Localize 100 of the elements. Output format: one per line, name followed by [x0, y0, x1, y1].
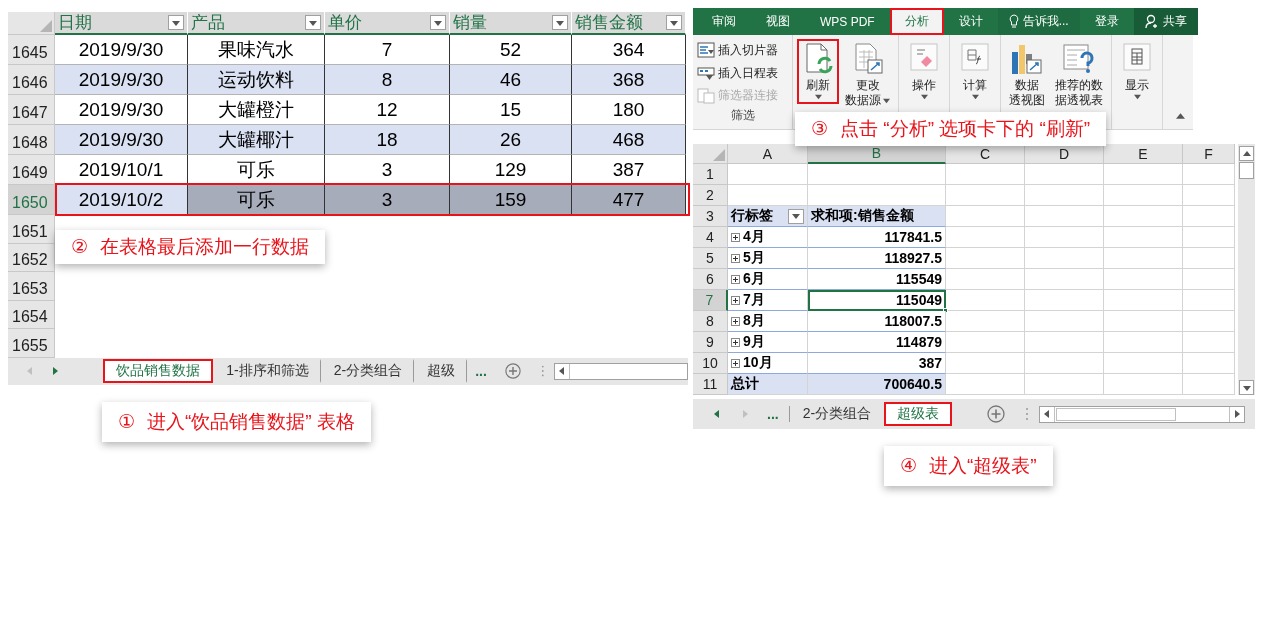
caret-icon: [792, 212, 800, 220]
corner-triangle-icon: [713, 149, 725, 161]
ribbon-button[interactable]: 操作: [903, 39, 945, 104]
column-header[interactable]: A: [728, 144, 808, 164]
ribbon-tab[interactable]: 告诉我...: [997, 8, 1080, 35]
column-header[interactable]: D: [1025, 144, 1104, 164]
ribbon-button[interactable]: 显示: [1116, 39, 1158, 104]
scroll-thumb[interactable]: [1239, 162, 1254, 179]
ribbon-button[interactable]: 推荐的数 据透视表: [1051, 39, 1107, 112]
filter-button[interactable]: [552, 15, 568, 30]
row-label: 10月: [743, 354, 773, 372]
ribbon-tab[interactable]: 设计: [943, 8, 998, 35]
caret-icon: [670, 18, 678, 27]
scroll-thumb[interactable]: [1056, 407, 1177, 421]
callout-text: 进入“饮品销售数据” 表格: [147, 409, 355, 434]
table-cell: [1183, 164, 1235, 185]
group-label: 筛选: [730, 107, 755, 124]
sheet-tab[interactable]: 超级表: [884, 402, 953, 426]
callout-text: 点击 “分析” 选项卡下的 “刷新”: [840, 117, 1091, 141]
column-header[interactable]: B: [808, 144, 946, 164]
sheet-tab[interactable]: 超级: [414, 359, 468, 384]
table-cell: 8: [325, 65, 450, 95]
expand-icon[interactable]: [731, 253, 740, 263]
expand-icon[interactable]: [731, 232, 740, 242]
table-cell: [1183, 185, 1235, 206]
more-sheets-button[interactable]: ...: [759, 406, 790, 422]
expand-icon[interactable]: [731, 295, 740, 305]
table-cell: 大罐椰汁: [188, 125, 325, 155]
row-number: 11: [693, 374, 728, 395]
step-number: ①: [118, 409, 136, 434]
ribbon-tab[interactable]: 登录: [1079, 8, 1134, 35]
scroll-down-button[interactable]: [1239, 380, 1254, 395]
caret-icon: [1043, 410, 1052, 418]
ribbon-button[interactable]: 刷新: [797, 39, 839, 104]
vertical-scrollbar[interactable]: [1238, 144, 1255, 395]
table-cell: 115549: [808, 269, 946, 290]
row-number: 6: [693, 269, 728, 290]
corner-triangle-icon: [40, 20, 52, 32]
sheet-tab[interactable]: 饮品销售数据: [103, 359, 214, 384]
add-sheet-icon[interactable]: [504, 362, 521, 381]
drag-handle-icon[interactable]: [540, 364, 545, 379]
row-label: 5月: [743, 249, 765, 267]
horizontal-scrollbar[interactable]: [554, 362, 688, 380]
column-header[interactable]: F: [1183, 144, 1235, 164]
caret-icon: [172, 18, 180, 27]
ribbon-tab[interactable]: WPS PDF: [805, 8, 890, 35]
column-header[interactable]: C: [946, 144, 1025, 164]
table-cell: 364: [572, 35, 686, 65]
caret-icon: [309, 18, 317, 27]
scroll-up-button[interactable]: [1239, 146, 1254, 161]
ribbon-command[interactable]: 插入日程表: [697, 61, 778, 85]
filter-button[interactable]: [305, 15, 321, 30]
ribbon-tab[interactable]: 分析: [889, 8, 944, 35]
more-sheets-button[interactable]: ...: [467, 363, 495, 380]
row-label: 9月: [743, 333, 765, 351]
filter-button[interactable]: [666, 15, 682, 30]
caret-icon: [1242, 383, 1251, 392]
row-label: 8月: [743, 312, 765, 330]
table-cell: 159: [450, 185, 572, 215]
column-title: 单价: [328, 12, 362, 34]
row-number: 1653: [8, 272, 55, 301]
step-number: ④: [900, 454, 918, 478]
person-icon: [1144, 14, 1159, 29]
table-cell: 477: [572, 185, 686, 215]
row-number: 1647: [8, 95, 55, 125]
sheet-tab[interactable]: 2-分类组合: [789, 402, 885, 426]
table-cell: 2019/10/2: [55, 185, 188, 215]
filter-button[interactable]: [788, 208, 804, 224]
caret-icon: [741, 410, 749, 418]
table-cell: 118007.5: [808, 311, 946, 332]
add-sheet-icon[interactable]: [987, 405, 1006, 423]
ribbon-command[interactable]: 插入切片器: [697, 39, 778, 62]
table-cell: 114879: [808, 332, 946, 353]
filter-button[interactable]: [430, 15, 446, 30]
filter-button[interactable]: [168, 15, 184, 30]
table-cell: [1183, 248, 1235, 269]
horizontal-scrollbar[interactable]: [1039, 405, 1246, 423]
ribbon-tab[interactable]: 审阅: [697, 8, 751, 35]
expand-icon[interactable]: [731, 316, 740, 326]
sheet-tab[interactable]: 1-排序和筛选: [213, 359, 321, 384]
ribbon-button[interactable]: 计算: [954, 39, 996, 104]
ribbon-tab[interactable]: 视图: [751, 8, 805, 35]
row-number: 1652: [8, 243, 55, 273]
expand-icon[interactable]: [731, 358, 740, 368]
ribbon-button[interactable]: 更改 数据源: [841, 39, 894, 112]
caret-icon: [1176, 112, 1185, 121]
table-cell: 果味汽水: [188, 35, 325, 65]
ribbon-button[interactable]: 数据 透视图: [1005, 39, 1049, 112]
drag-handle-icon[interactable]: [1025, 407, 1030, 421]
row-number: 8: [693, 311, 728, 332]
expand-icon[interactable]: [731, 337, 740, 347]
expand-icon[interactable]: [731, 274, 740, 284]
caret-icon: [26, 367, 35, 376]
sheet-tab[interactable]: 2-分类组合: [320, 359, 415, 384]
column-header[interactable]: E: [1104, 144, 1183, 164]
table-cell: [1183, 374, 1235, 395]
column-title: 销售金额: [575, 12, 643, 34]
ribbon-tab[interactable]: 共享: [1133, 8, 1198, 35]
table-cell: [1183, 353, 1235, 374]
table-help-icon: [1062, 42, 1096, 76]
